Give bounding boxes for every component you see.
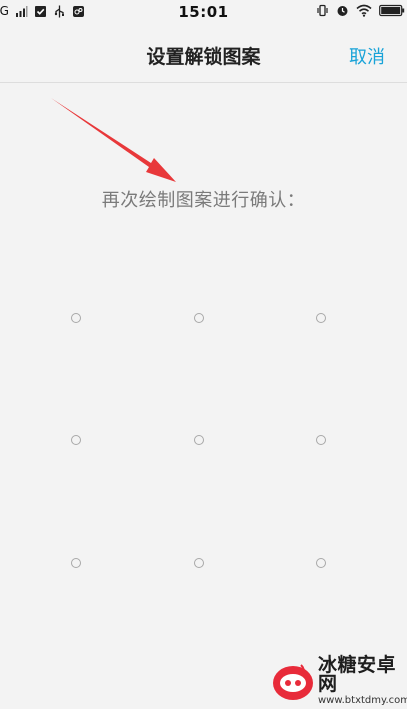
watermark-title: 冰糖安卓网 (318, 654, 397, 695)
pattern-dot[interactable] (71, 313, 81, 323)
cancel-button[interactable]: 取消 (349, 43, 385, 69)
watermark-url: www.btxtdmy.com (318, 695, 407, 706)
header: 设置解锁图案 取消 (0, 26, 407, 83)
pattern-prompt: 再次绘制图案进行确认： (101, 190, 306, 211)
watermark-logo-icon (273, 664, 313, 700)
vibrate-icon (316, 4, 329, 17)
status-bar: 3G 15:01 (0, 0, 407, 26)
pattern-dot[interactable] (316, 435, 326, 445)
pattern-dot[interactable] (194, 313, 204, 323)
wifi-icon (356, 4, 372, 17)
app-notification-icon (72, 5, 85, 18)
signal-icon (15, 5, 28, 18)
pattern-dot[interactable] (194, 558, 204, 568)
pattern-dot[interactable] (194, 435, 204, 445)
checkbox-icon (34, 5, 47, 18)
status-time: 15:01 (178, 3, 229, 21)
pattern-dot[interactable] (71, 558, 81, 568)
usb-icon (53, 5, 66, 18)
annotation-arrow (51, 98, 176, 182)
page-title: 设置解锁图案 (146, 46, 261, 68)
watermark: 冰糖安卓网 www.btxtdmy.com (271, 656, 407, 706)
network-type: 3G (0, 4, 9, 18)
status-left-icons: 3G (0, 4, 85, 18)
status-right-icons (316, 4, 405, 17)
pattern-dot[interactable] (316, 313, 326, 323)
pattern-dot[interactable] (71, 435, 81, 445)
alarm-icon (336, 4, 349, 17)
pattern-dot[interactable] (316, 558, 326, 568)
watermark-text: 冰糖安卓网 www.btxtdmy.com (318, 656, 407, 706)
battery-icon (379, 4, 405, 17)
